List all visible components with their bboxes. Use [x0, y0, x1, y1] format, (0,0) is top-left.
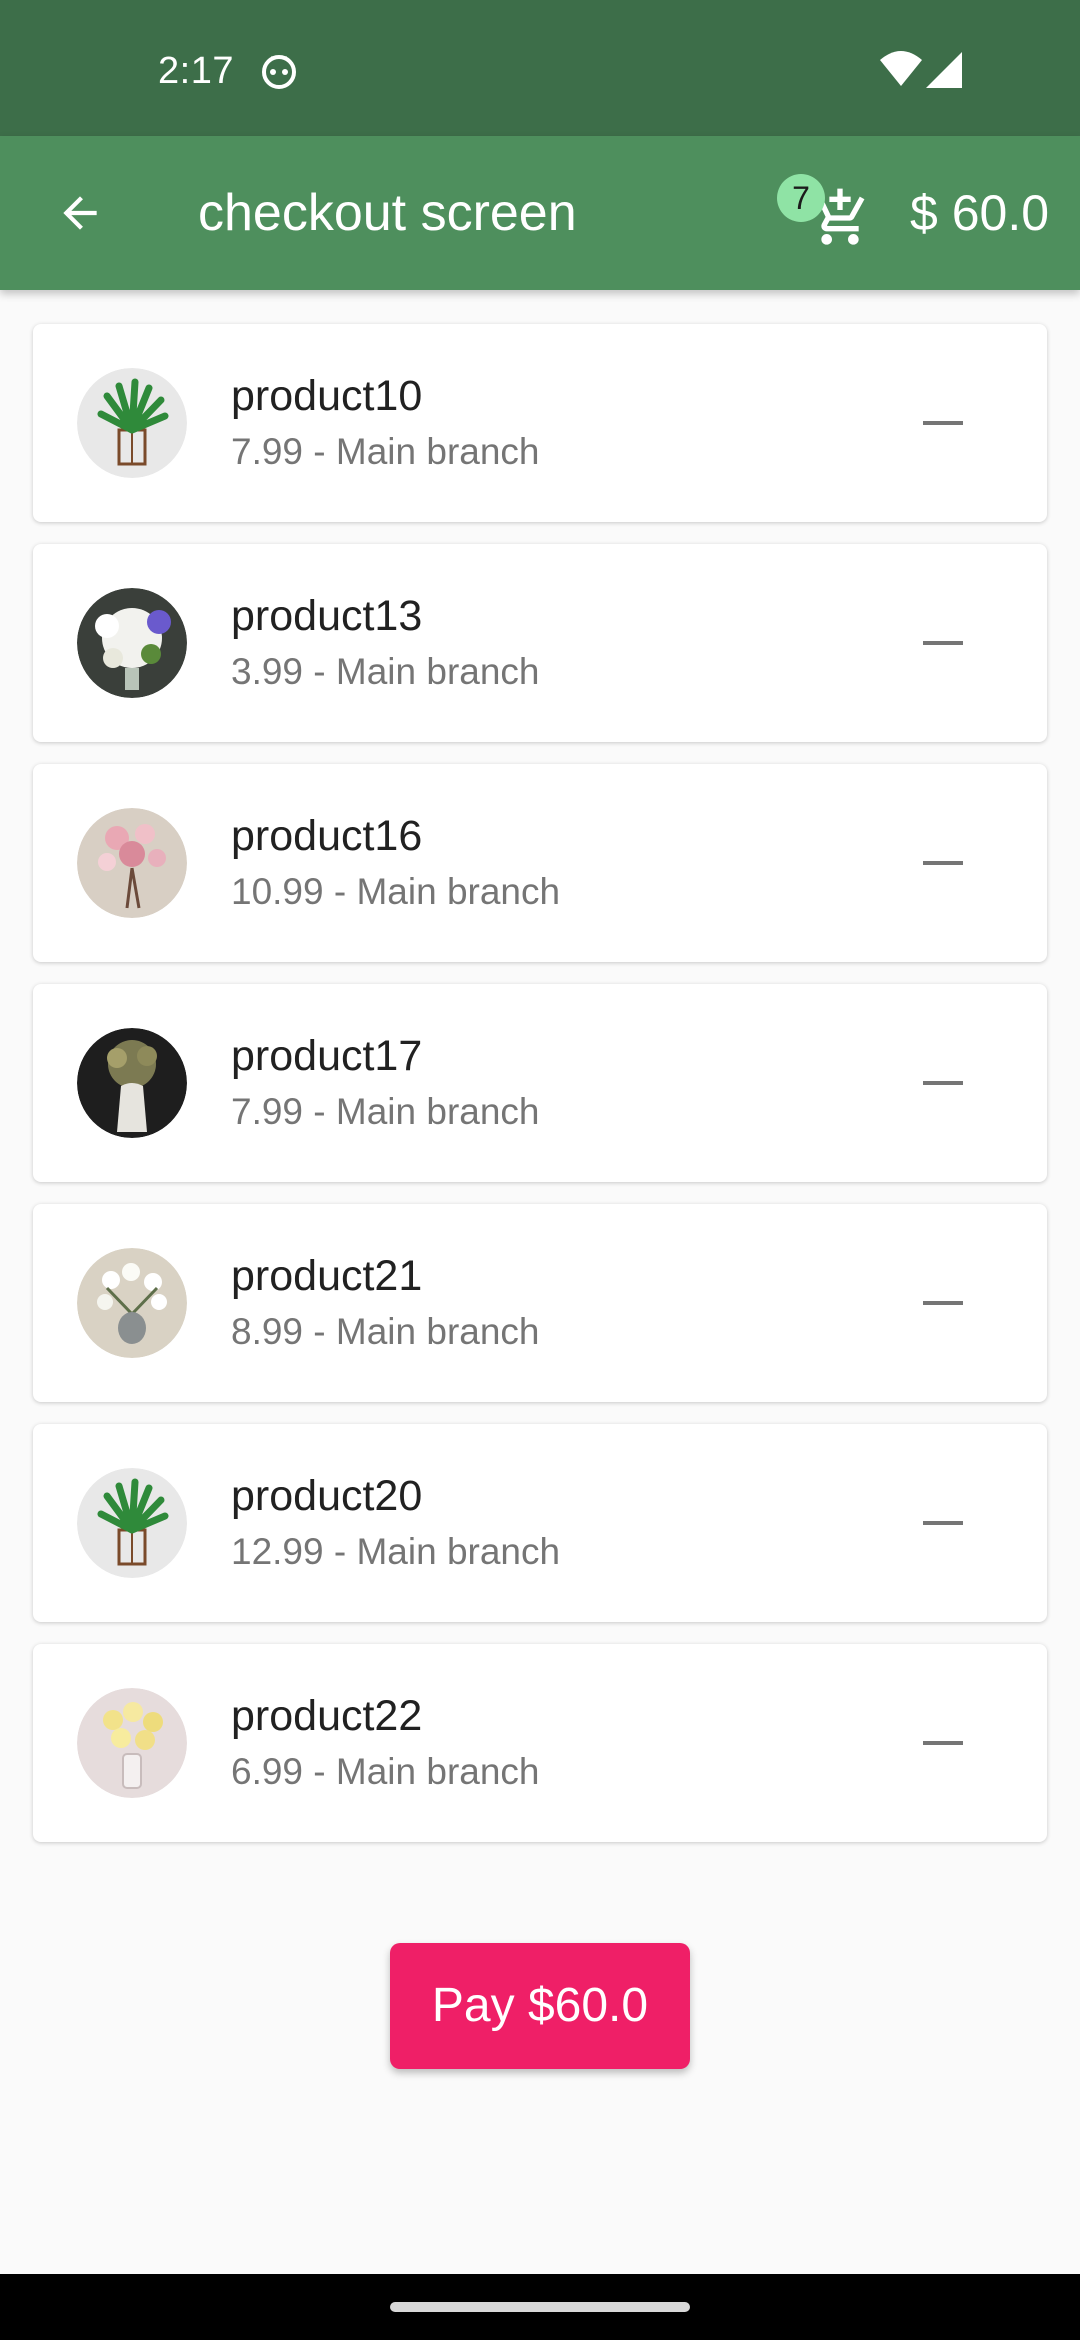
- product-card[interactable]: product13 3.99 - Main branch: [33, 544, 1047, 742]
- product-image: [77, 1468, 187, 1578]
- remove-item-button[interactable]: [903, 383, 983, 463]
- product-image: [77, 588, 187, 698]
- remove-item-button[interactable]: [903, 823, 983, 903]
- signal-icon: [926, 52, 962, 88]
- product-detail: 7.99 - Main branch: [231, 1091, 540, 1132]
- minus-icon: [923, 861, 963, 865]
- minus-icon: [923, 421, 963, 425]
- notification-face-icon: [262, 55, 296, 89]
- product-card[interactable]: product20 12.99 - Main branch: [33, 1424, 1047, 1622]
- status-time: 2:17: [158, 50, 234, 92]
- product-detail: 7.99 - Main branch: [231, 431, 540, 472]
- product-list: product10 7.99 - Main branch product13 3…: [33, 324, 1047, 1864]
- app-bar: checkout screen 7 $ 60.0: [0, 136, 1080, 290]
- remove-item-button[interactable]: [903, 603, 983, 683]
- product-card[interactable]: product17 7.99 - Main branch: [33, 984, 1047, 1182]
- remove-item-button[interactable]: [903, 1043, 983, 1123]
- wifi-icon: [880, 51, 922, 86]
- product-detail: 3.99 - Main branch: [231, 651, 540, 692]
- product-name: product16: [231, 812, 423, 860]
- remove-item-button[interactable]: [903, 1483, 983, 1563]
- remove-item-button[interactable]: [903, 1263, 983, 1343]
- product-image: [77, 808, 187, 918]
- minus-icon: [923, 1081, 963, 1085]
- product-name: product17: [231, 1032, 423, 1080]
- minus-icon: [923, 1301, 963, 1305]
- product-detail: 6.99 - Main branch: [231, 1751, 540, 1792]
- product-image: [77, 1248, 187, 1358]
- navigation-bar: [0, 2274, 1080, 2340]
- remove-item-button[interactable]: [903, 1703, 983, 1783]
- product-detail: 8.99 - Main branch: [231, 1311, 540, 1352]
- cart-count-badge: 7: [777, 174, 825, 222]
- pay-button[interactable]: Pay $60.0: [390, 1943, 690, 2069]
- arrow-back-icon: [63, 196, 97, 230]
- product-detail: 12.99 - Main branch: [231, 1531, 561, 1572]
- status-bar: 2:17: [0, 0, 1080, 136]
- cart-total: $ 60.0: [910, 185, 1050, 241]
- product-card[interactable]: product22 6.99 - Main branch: [33, 1644, 1047, 1842]
- product-image: [77, 368, 187, 478]
- page-title: checkout screen: [198, 184, 577, 242]
- product-card[interactable]: product16 10.99 - Main branch: [33, 764, 1047, 962]
- product-name: product22: [231, 1692, 423, 1740]
- product-detail: 10.99 - Main branch: [231, 871, 561, 912]
- minus-icon: [923, 1521, 963, 1525]
- product-name: product20: [231, 1472, 423, 1520]
- minus-icon: [923, 1741, 963, 1745]
- minus-icon: [923, 641, 963, 645]
- product-image: [77, 1028, 187, 1138]
- home-indicator[interactable]: [390, 2302, 690, 2312]
- cart-button[interactable]: 7: [777, 174, 880, 256]
- product-card[interactable]: product21 8.99 - Main branch: [33, 1204, 1047, 1402]
- product-name: product21: [231, 1252, 423, 1300]
- product-name: product10: [231, 372, 423, 420]
- back-button[interactable]: [40, 173, 120, 253]
- product-card[interactable]: product10 7.99 - Main branch: [33, 324, 1047, 522]
- product-image: [77, 1688, 187, 1798]
- product-name: product13: [231, 592, 423, 640]
